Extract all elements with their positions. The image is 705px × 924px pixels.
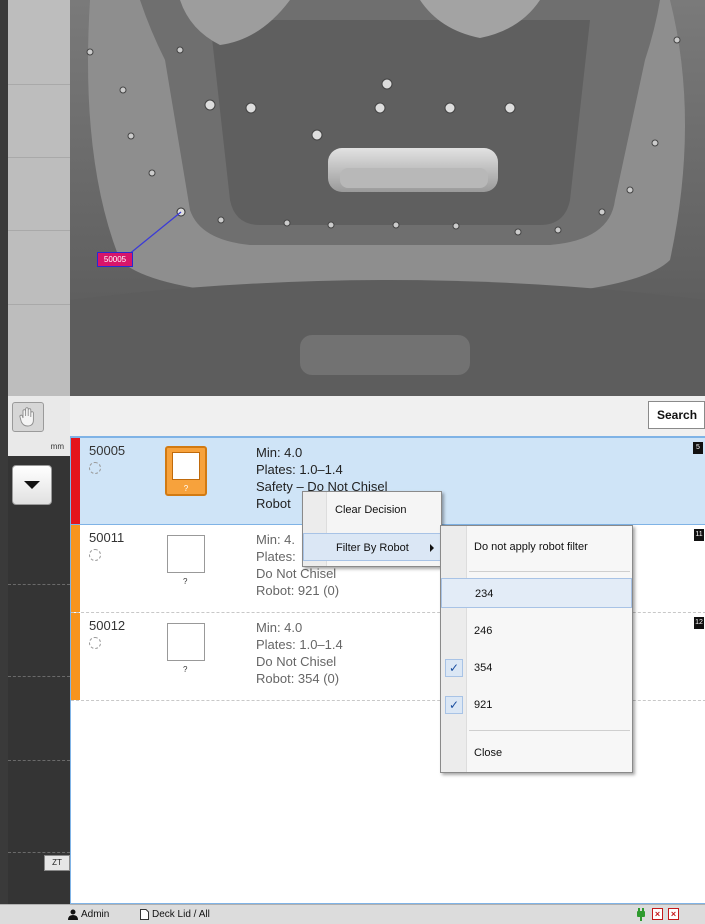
dropdown-button[interactable]: [12, 465, 52, 505]
robot-label: 234: [475, 588, 494, 600]
min-value: Min: 4.0: [256, 620, 303, 635]
row-badge: 5: [693, 442, 703, 454]
min-value: Min: 4.0: [256, 445, 303, 460]
menu-gutter: [441, 526, 467, 772]
path-status[interactable]: Deck Lid / All: [140, 909, 210, 920]
no-robot-filter-menu-item[interactable]: Do not apply robot filter: [441, 532, 632, 562]
plug-icon: [637, 908, 645, 921]
weld-details: Min: 4.0 Plates: 1.0–1.4 Do Not Chisel R…: [256, 619, 343, 687]
search-button[interactable]: Search: [648, 401, 705, 429]
weld-id: 50005: [89, 443, 126, 458]
selection-radio[interactable]: [89, 637, 101, 649]
strip-divider: [8, 584, 70, 585]
strip-divider: [8, 852, 70, 853]
strip-divider: [8, 84, 70, 85]
robot-234-menu-item[interactable]: 234: [441, 578, 632, 608]
triangle-down-icon: [24, 481, 40, 489]
decision-thumbnail[interactable]: [167, 623, 205, 661]
menu-separator: [469, 571, 630, 572]
clear-decision-menu-item[interactable]: Clear Decision: [303, 496, 441, 524]
checkmark-icon: ✓: [445, 696, 463, 714]
plates-value: Plates: 1.0–1.4: [256, 637, 343, 652]
strip-divider: [8, 230, 70, 231]
row-badge: 11: [694, 529, 704, 541]
robot-value: Robot: 921 (0): [256, 583, 340, 598]
document-icon: [140, 909, 149, 920]
selection-radio[interactable]: [89, 462, 101, 474]
hand-icon: [19, 407, 34, 427]
left-tool-strip: mm: [0, 0, 70, 904]
strip-divider: [8, 304, 70, 305]
user-status[interactable]: Admin: [68, 909, 109, 920]
user-icon: [68, 909, 78, 920]
menu-separator: [469, 730, 630, 731]
weld-id: 50011: [89, 530, 125, 545]
unit-label: mm: [50, 442, 64, 451]
deck-lid-photo: [70, 0, 705, 396]
strip-divider: [8, 676, 70, 677]
decision-thumbnail[interactable]: [167, 535, 205, 573]
search-strip: Search: [70, 396, 705, 436]
thumbnail-frame: [172, 452, 200, 480]
error-x-icon: ×: [652, 908, 663, 920]
tool-strip-bottom: [8, 456, 70, 904]
status-bar: Admin Deck Lid / All × ×: [0, 904, 705, 924]
tool-strip-top: [8, 0, 70, 396]
weld-id: 50012: [89, 618, 126, 633]
submenu-arrow-icon: [430, 544, 434, 552]
strip-divider: [8, 157, 70, 158]
close-menu-item[interactable]: Close: [441, 738, 632, 768]
thumbnail-label: ?: [183, 577, 188, 586]
chisel-note: Do Not Chisel: [256, 654, 337, 669]
thumbnail-label: ?: [183, 484, 189, 493]
row-badge: 12: [694, 617, 704, 629]
status-icons: × ×: [635, 908, 679, 921]
checkmark-icon: ✓: [445, 659, 463, 677]
strip-divider: [8, 760, 70, 761]
robot-label: 921: [474, 699, 493, 711]
robot-label: 246: [474, 625, 493, 637]
robot-label: 354: [474, 662, 493, 674]
zoom-tool-label[interactable]: ZT: [44, 855, 70, 871]
plates-value: Plates: 1.0–1.4: [256, 462, 343, 477]
chisel-note: Do Not Chisel: [256, 566, 337, 581]
robot-354-menu-item[interactable]: ✓ 354: [441, 653, 632, 683]
robot-filter-submenu: Do not apply robot filter 234 246 ✓ 354 …: [440, 525, 633, 773]
inspection-image-viewport[interactable]: [70, 0, 705, 396]
filter-by-robot-label: Filter By Robot: [336, 542, 409, 554]
thumbnail-label: ?: [183, 665, 188, 674]
weld-marker-label[interactable]: 50005: [97, 252, 133, 267]
robot-921-menu-item[interactable]: ✓ 921: [441, 690, 632, 720]
user-name: Admin: [81, 909, 110, 920]
pan-tool-button[interactable]: [12, 402, 44, 432]
tool-strip-controls: mm: [8, 396, 70, 456]
selection-radio[interactable]: [89, 549, 101, 561]
status-bar-red: [71, 438, 80, 524]
robot-value: Robot: 354 (0): [256, 671, 340, 686]
context-menu: Clear Decision Filter By Robot: [302, 491, 442, 567]
decision-thumbnail[interactable]: ?: [165, 446, 207, 496]
robot-246-menu-item[interactable]: 246: [441, 616, 632, 646]
current-path: Deck Lid / All: [152, 909, 210, 920]
filter-by-robot-menu-item[interactable]: Filter By Robot: [303, 533, 441, 561]
error-x-icon: ×: [668, 908, 679, 920]
status-bar-orange: [71, 525, 80, 612]
status-bar-orange: [71, 613, 80, 700]
